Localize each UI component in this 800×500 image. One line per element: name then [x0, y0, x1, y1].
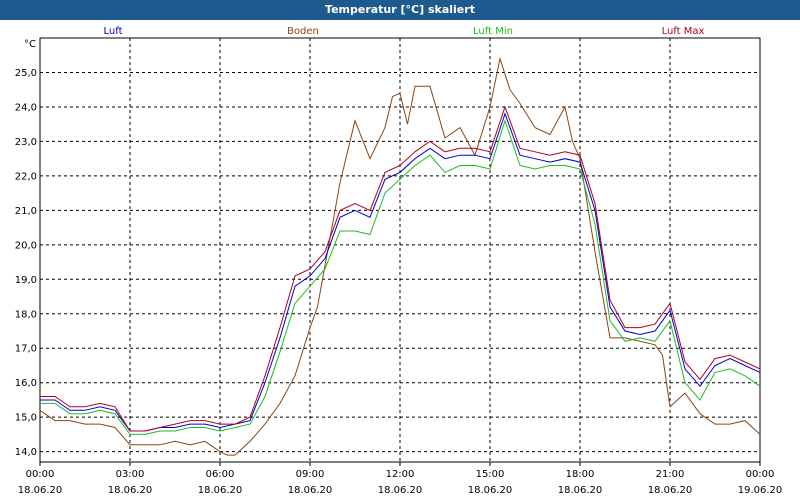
- x-tick-time: 06:00: [206, 469, 235, 480]
- x-tick-date: 19.06.20: [738, 485, 783, 496]
- x-tick-time: 09:00: [296, 469, 325, 480]
- y-tick-label: 24,0: [15, 102, 37, 113]
- grid: [40, 38, 760, 462]
- y-axis-label: °C: [24, 39, 36, 50]
- x-tick-date: 18.06.20: [468, 485, 513, 496]
- x-axis: 00:00 18.06.20 03:00 18.06.20 06:00 18.06.20 0…: [18, 462, 783, 496]
- y-tick-label: 16,0: [15, 378, 37, 389]
- temperature-chart: Boden Luft Luft Min Luft Max 14,0 15,0 16,0 17…: [15, 26, 783, 496]
- legend-entry-luft: Luft: [104, 26, 123, 37]
- y-tick-label: 21,0: [15, 206, 37, 217]
- x-tick-time: 00:00: [746, 469, 775, 480]
- y-tick-label: 22,0: [15, 171, 37, 182]
- x-tick-date: 18.06.20: [108, 485, 153, 496]
- x-tick-time: 15:00: [476, 469, 505, 480]
- y-tick-label: 25,0: [15, 68, 37, 79]
- x-tick-time: 03:00: [116, 469, 145, 480]
- x-tick-date: 18.06.20: [288, 485, 333, 496]
- x-tick-date: 18.06.20: [198, 485, 243, 496]
- legend-entry-luft-min: Luft Min: [473, 26, 513, 37]
- y-tick-label: 23,0: [15, 137, 37, 148]
- legend: Boden Luft Luft Min Luft Max: [104, 26, 705, 37]
- x-tick-date: 18.06.20: [648, 485, 693, 496]
- x-tick-time: 00:00: [26, 469, 55, 480]
- y-axis: 14,0 15,0 16,0 17,0 18,0 19,0 20,0 21,0 22,0 23,0…: [15, 39, 37, 458]
- x-tick-date: 18.06.20: [18, 485, 63, 496]
- y-tick-label: 18,0: [15, 309, 37, 320]
- y-tick-label: 20,0: [15, 240, 37, 251]
- y-tick-label: 17,0: [15, 344, 37, 355]
- x-tick-date: 18.06.20: [378, 485, 423, 496]
- x-tick-time: 21:00: [656, 469, 685, 480]
- chart-title: Temperatur [°C] skaliert: [0, 0, 800, 20]
- x-tick-time: 18:00: [566, 469, 595, 480]
- y-tick-label: 19,0: [15, 275, 37, 286]
- legend-entry-luft-max: Luft Max: [662, 26, 705, 37]
- legend-entry-boden: Boden: [287, 26, 319, 37]
- x-tick-time: 12:00: [386, 469, 415, 480]
- y-tick-label: 15,0: [15, 413, 37, 424]
- x-tick-date: 18.06.20: [558, 485, 603, 496]
- y-tick-label: 14,0: [15, 447, 37, 458]
